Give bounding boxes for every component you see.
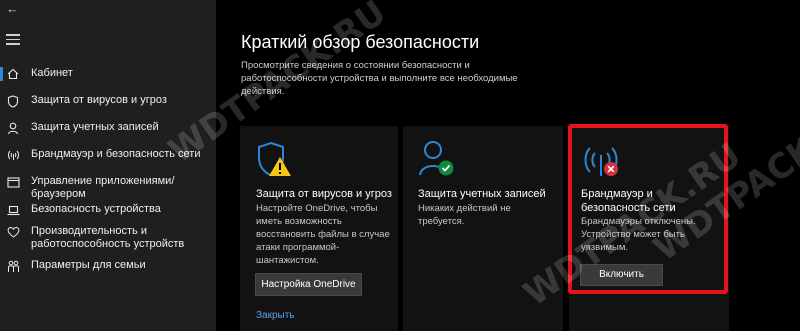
sidebar-item-device-performance[interactable]: Производительность и работоспособность у… xyxy=(0,225,216,251)
person-icon xyxy=(6,121,20,135)
card-account-protection: Защита учетных записей Никаких действий … xyxy=(403,126,563,331)
sidebar-item-label: Управление приложениями/браузером xyxy=(31,175,175,200)
setup-onedrive-button[interactable]: Настройка OneDrive xyxy=(255,273,362,296)
shield-warning-icon xyxy=(256,140,292,185)
card-virus-protection: Защита от вирусов и угроз Настройте OneD… xyxy=(240,126,398,331)
close-link[interactable]: Закрыть xyxy=(256,310,295,321)
sidebar-item-label: Безопасность устройства xyxy=(31,203,161,215)
sidebar-item-firewall[interactable]: Брандмауэр и безопасность сети xyxy=(0,148,216,162)
sidebar-item-app-browser-control[interactable]: Управление приложениями/браузером xyxy=(0,175,216,201)
sidebar-item-label: Защита от вирусов и угроз xyxy=(31,94,167,106)
sidebar-item-device-security[interactable]: Безопасность устройства xyxy=(0,203,216,217)
home-icon xyxy=(6,67,20,81)
sidebar: ← Кабинет Защита от вирусов и угроз Защи… xyxy=(0,0,216,331)
sidebar-item-account-protection[interactable]: Защита учетных записей xyxy=(0,121,216,135)
sidebar-item-label: Брандмауэр и безопасность сети xyxy=(31,148,201,160)
card-description: Никаких действий не требуется. xyxy=(418,203,511,227)
hamburger-menu-icon[interactable] xyxy=(6,34,20,46)
page-title: Краткий обзор безопасности xyxy=(241,32,480,52)
card-title: Защита учетных записей xyxy=(418,188,546,200)
heart-icon xyxy=(6,225,20,239)
sidebar-item-label: Параметры для семьи xyxy=(31,259,146,271)
sidebar-item-family-options[interactable]: Параметры для семьи xyxy=(0,259,216,273)
highlight-frame xyxy=(568,124,728,294)
laptop-icon xyxy=(6,203,20,217)
family-icon xyxy=(6,259,20,273)
sidebar-item-home[interactable]: Кабинет xyxy=(0,67,216,81)
card-description: Настройте OneDrive, чтобы иметь возможно… xyxy=(256,203,390,266)
card-title: Защита от вирусов и угроз xyxy=(256,188,392,200)
person-check-icon xyxy=(418,139,456,184)
wifi-signal-icon xyxy=(6,148,20,162)
back-arrow-icon[interactable]: ← xyxy=(6,2,20,16)
sidebar-item-label: Защита учетных записей xyxy=(31,121,159,133)
app-window-icon xyxy=(6,175,20,189)
sidebar-item-label: Производительность и работоспособность у… xyxy=(31,225,185,250)
page-subtitle: Просмотрите сведения о состоянии безопас… xyxy=(241,60,518,97)
sidebar-item-virus-protection[interactable]: Защита от вирусов и угроз xyxy=(0,94,216,108)
sidebar-item-label: Кабинет xyxy=(31,67,73,79)
shield-icon xyxy=(6,94,20,108)
